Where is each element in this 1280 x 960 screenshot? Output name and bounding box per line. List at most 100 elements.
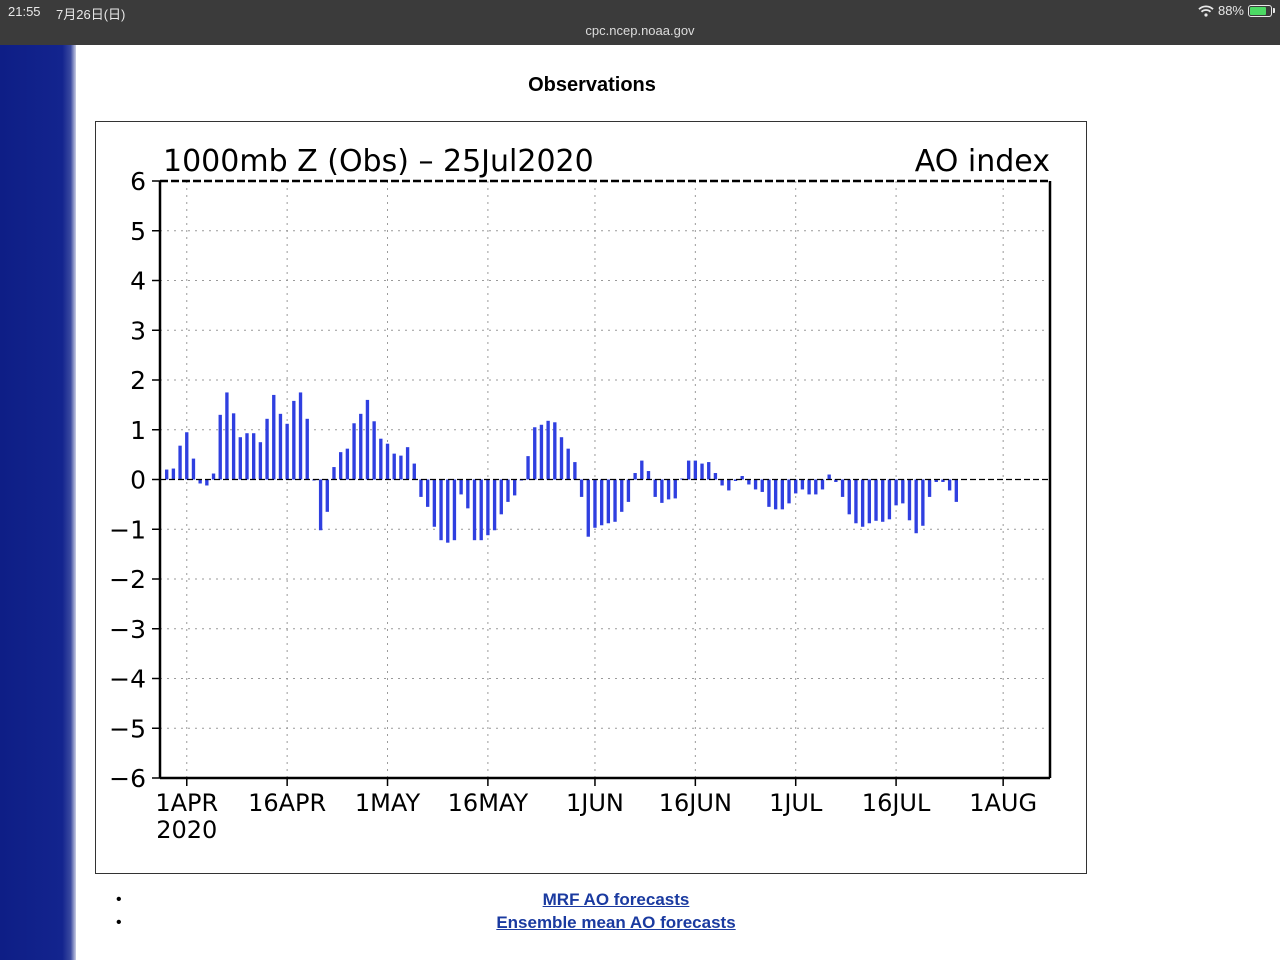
x-tick-label: 16JUL [862,789,931,817]
y-tick-label: 4 [130,267,146,296]
bar [653,479,657,497]
bar [907,479,912,521]
bar [332,467,336,480]
bar [820,479,825,490]
chart-svg: 1000mb Z (Obs) – 25Jul2020 AO index 6 5 4 3 2 1… [109,144,1052,844]
bar [794,479,798,494]
bar [526,456,530,480]
bar [339,452,343,480]
bar [372,421,376,480]
bar [747,479,751,485]
bar [285,423,289,480]
bar [633,473,637,480]
battery-fill [1250,6,1266,15]
x-tick-label: 16APR [248,789,326,817]
x-tick-label: 1JUL [769,789,823,817]
bar [472,479,477,541]
bar [452,479,457,541]
ao-index-chart: 1000mb Z (Obs) – 25Jul2020 AO index 6 5 4 3 2 1… [95,121,1087,874]
bar [727,479,731,491]
bar [345,448,350,480]
bar [499,479,503,515]
y-tick-label: −2 [109,565,146,594]
bar [318,479,323,531]
bar [620,479,624,512]
bar [412,463,416,480]
bar [459,479,463,495]
bar [867,479,871,524]
bar [419,479,423,497]
bar [901,479,905,504]
mrf-ao-forecasts-link[interactable]: MRF AO forecasts [96,890,1136,910]
bar [252,433,256,480]
bar [847,479,851,515]
bar [720,479,724,486]
bar [787,479,791,504]
bar [854,479,858,524]
bar [385,443,390,480]
bar [446,479,450,543]
bar [479,479,483,541]
status-bar: 21:55 7月26日(日) cpc.ncep.noaa.gov 88% [0,0,1280,45]
bar [492,479,497,531]
bar [359,413,363,480]
bar [365,399,370,480]
bar [660,479,664,503]
bar [927,479,932,497]
y-tick-label: 0 [130,466,146,495]
bar [171,468,176,480]
bar [439,479,443,541]
list-item: • Ensemble mean AO forecasts [96,911,1136,934]
bar [533,427,537,480]
bar [211,473,216,480]
bar [887,479,892,520]
bar [278,413,283,480]
bar [599,479,604,526]
bar [512,479,517,496]
bar [205,479,209,486]
bar [874,479,878,521]
forecast-links: • MRF AO forecasts • Ensemble mean AO fo… [96,888,1136,934]
bar [553,422,557,480]
bar [432,479,437,527]
x-tick-label: 16MAY [448,789,529,817]
x-tick-label: 1MAY [355,789,421,817]
bar [238,437,242,480]
y-tick-label: −6 [109,764,146,793]
bar [218,414,222,480]
bar [914,479,918,534]
wifi-icon [1198,4,1214,17]
y-tick-label: −1 [109,515,146,544]
address-bar-url[interactable]: cpc.ncep.noaa.gov [0,23,1280,38]
bar [807,479,811,495]
bar [392,453,396,480]
bar [298,392,303,480]
y-tick-label: 6 [130,167,146,196]
bar [881,479,885,522]
bar [894,479,898,506]
bar [225,392,229,480]
chart-title: 1000mb Z (Obs) – 25Jul2020 [163,144,594,179]
bar [780,479,785,510]
bar [352,423,356,480]
bar [579,479,584,497]
bar [426,479,430,507]
bar [814,479,818,495]
bar [185,432,189,480]
bar [673,479,677,499]
bar [245,433,249,480]
bar [325,479,329,512]
bar [606,479,611,524]
status-time: 21:55 [8,4,41,19]
bar [666,479,671,500]
bar [559,437,564,480]
bar [292,400,296,480]
bar [700,463,704,480]
bar [399,455,403,480]
bar [405,447,410,480]
bar [760,479,764,492]
bar [707,462,711,480]
status-date: 7月26日(日) [56,7,126,22]
x-tick-label: 1AUG [969,789,1037,817]
ensemble-mean-ao-forecasts-link[interactable]: Ensemble mean AO forecasts [96,913,1136,933]
